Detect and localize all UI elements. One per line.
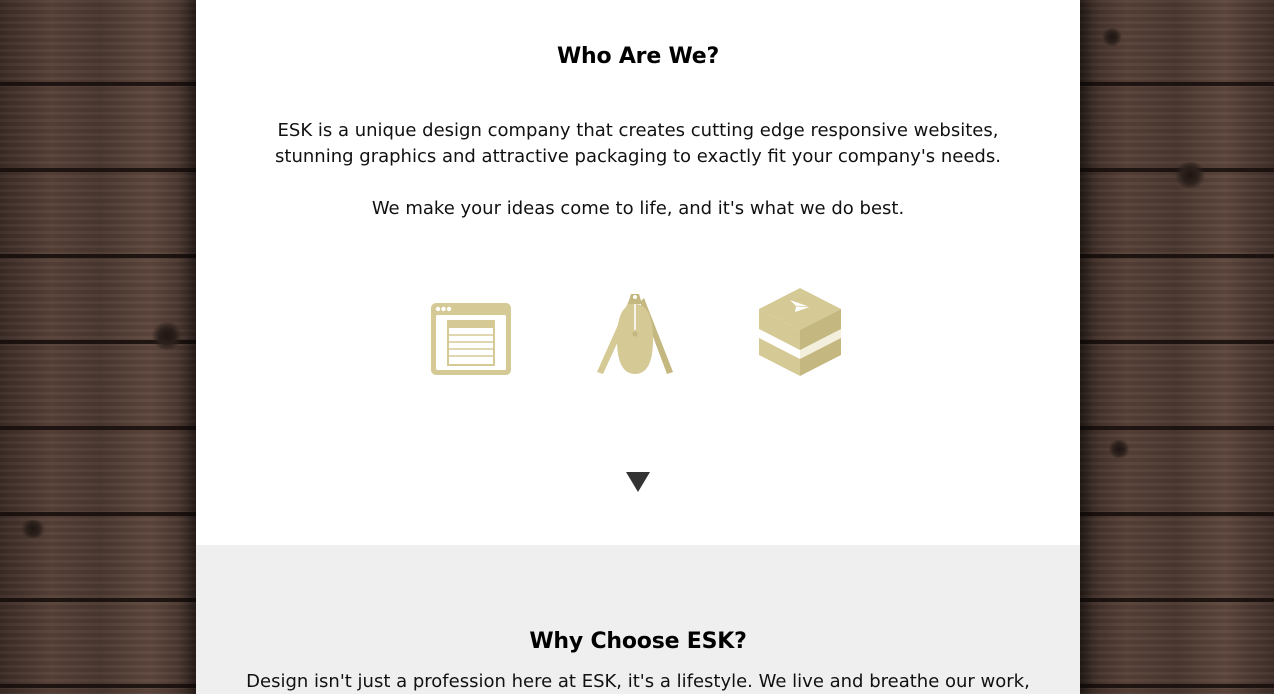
about-paragraph-2: We make your ideas come to life, and it'…: [371, 198, 905, 219]
wood-background-right: [1078, 0, 1274, 694]
content-panel: Who Are We? ESK is a unique design compa…: [196, 0, 1080, 694]
why-paragraph: Design isn't just a profession here at E…: [246, 671, 1030, 692]
scroll-down-arrow-icon[interactable]: [626, 472, 650, 492]
about-heading: Who Are We?: [556, 44, 720, 69]
about-paragraph-1: ESK is a unique design company that crea…: [275, 120, 1001, 167]
package-box-icon: [758, 287, 842, 377]
pen-and-mouse-icon: [594, 292, 676, 376]
why-heading: Why Choose ESK?: [529, 629, 747, 654]
web-browser-icon: [430, 302, 512, 376]
about-section: Who Are We? ESK is a unique design compa…: [196, 0, 1080, 545]
wood-background-left: [0, 0, 200, 694]
why-section: Why Choose ESK? Design isn't just a prof…: [196, 545, 1080, 694]
